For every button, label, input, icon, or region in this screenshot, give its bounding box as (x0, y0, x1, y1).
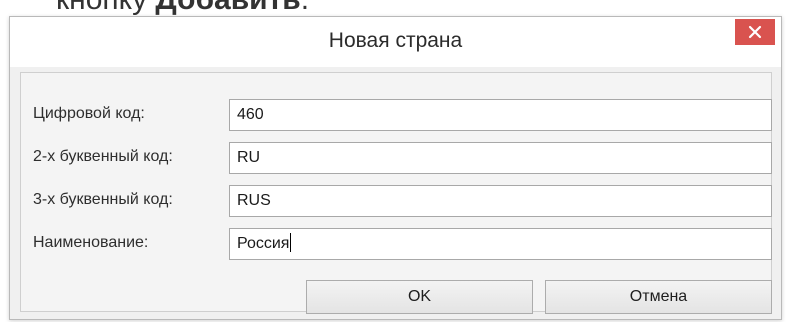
alpha2-code-field[interactable]: RU (229, 142, 772, 174)
form-panel: Цифровой код: 460 2-х буквенный код: RU … (20, 72, 772, 314)
alpha3-code-label: 3-х буквенный код: (33, 191, 173, 208)
name-field[interactable]: Россия (229, 228, 772, 260)
digital-code-value: 460 (237, 106, 264, 123)
digital-code-field[interactable]: 460 (229, 99, 772, 131)
ok-button[interactable]: OK (306, 280, 533, 314)
instruction-bold: Добавить (155, 0, 300, 16)
name-label: Наименование: (33, 234, 149, 251)
close-button[interactable] (735, 19, 775, 45)
close-icon (748, 25, 762, 39)
dialog-title: Новая страна (328, 29, 463, 52)
cancel-button[interactable]: Отмена (545, 280, 772, 314)
alpha2-code-label: 2-х буквенный код: (33, 148, 173, 165)
instruction-prefix: кнопку (56, 0, 155, 16)
digital-code-label: Цифровой код: (33, 105, 145, 122)
new-country-dialog: Новая страна Цифровой код: 460 2-х букве… (9, 16, 782, 320)
instruction-suffix: . (301, 0, 309, 16)
dialog-titlebar: Новая страна (10, 17, 781, 67)
alpha3-code-value: RUS (237, 192, 271, 209)
name-value: Россия (237, 235, 290, 252)
text-caret (290, 233, 292, 252)
alpha2-code-value: RU (237, 149, 261, 166)
alpha3-code-field[interactable]: RUS (229, 185, 772, 217)
